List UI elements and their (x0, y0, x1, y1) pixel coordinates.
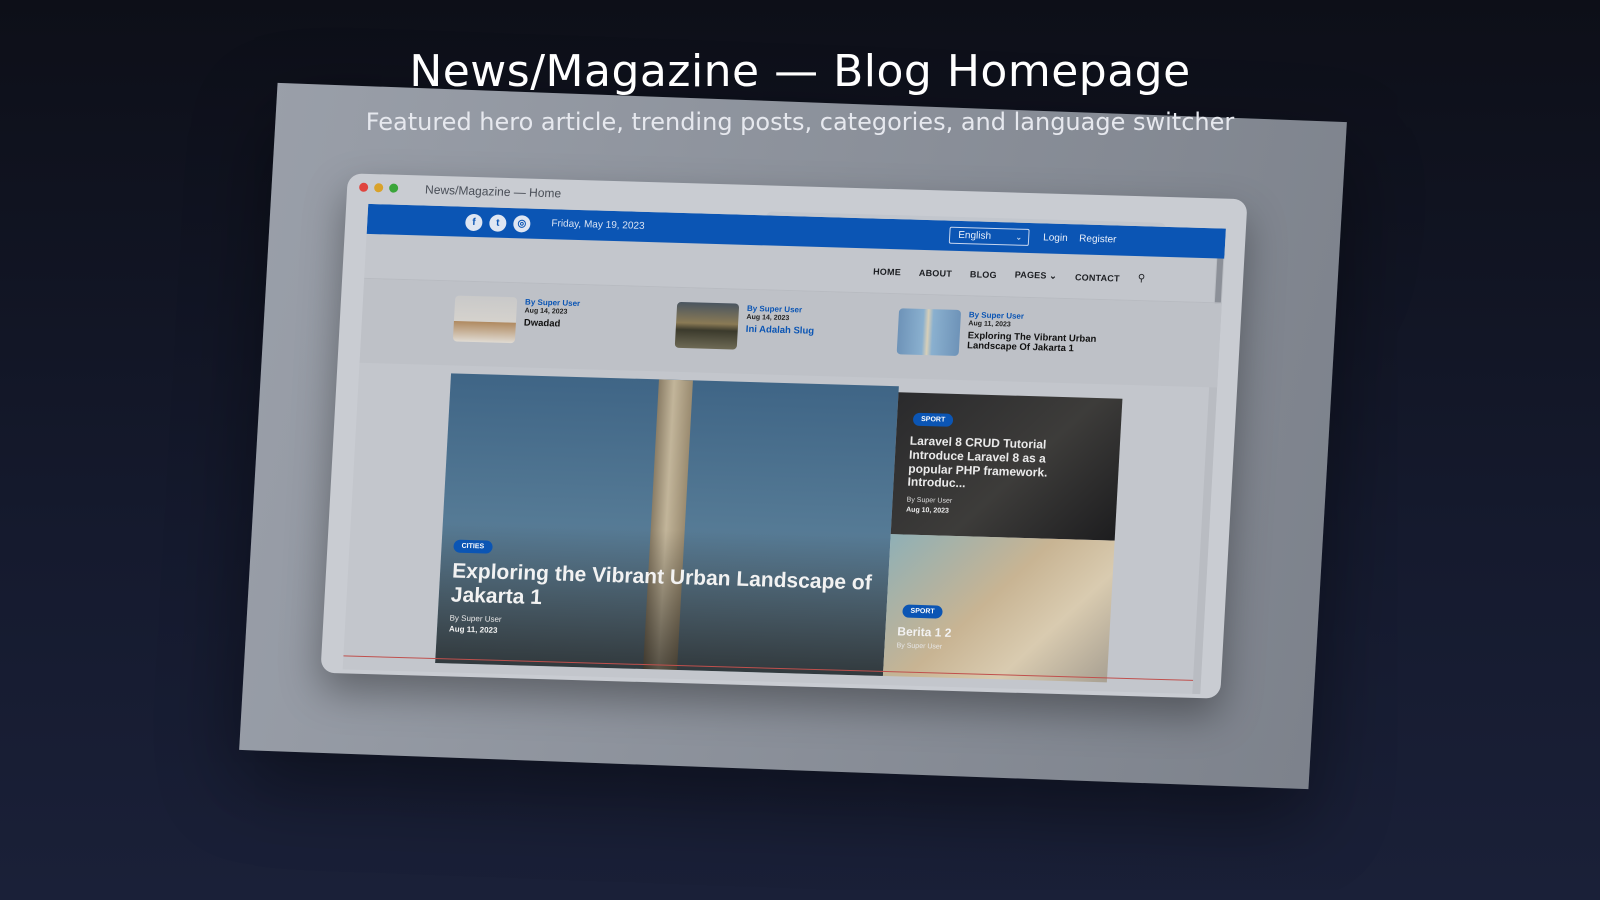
side-post-date: Aug 10, 2023 (905, 506, 950, 515)
nav-contact[interactable]: CONTACT (1075, 272, 1120, 283)
browser-window: News/Magazine — Home f t ◎ Friday, May 1… (320, 173, 1248, 699)
nav-blog[interactable]: BLOG (970, 269, 997, 280)
maximize-window-button[interactable] (388, 183, 399, 193)
page-title: News/Magazine — Blog Homepage (409, 46, 1191, 97)
trending-author[interactable]: By Super User (525, 297, 581, 308)
nav-home[interactable]: HOME (873, 266, 901, 277)
side-post-title[interactable]: Laravel 8 CRUD Tutorial Introduce Larave… (907, 434, 1080, 495)
page-viewport: f t ◎ Friday, May 19, 2023 English ⌄ Log… (342, 203, 1226, 695)
side-post-author[interactable]: By Super User (906, 497, 952, 505)
language-select-value: English (957, 229, 992, 242)
category-badge[interactable]: CITIES (453, 539, 493, 554)
chevron-down-icon: ⌄ (1046, 270, 1058, 281)
hero-date: Aug 11, 2023 (448, 624, 498, 635)
trending-thumbnail[interactable] (452, 295, 518, 344)
minimize-window-button[interactable] (373, 183, 384, 193)
register-link[interactable]: Register (1079, 233, 1117, 245)
trending-date: Aug 14, 2023 (524, 307, 568, 316)
trending-item[interactable]: By Super User Aug 11, 2023 Exploring The… (896, 308, 1119, 360)
chevron-down-icon: ⌄ (1015, 232, 1023, 242)
side-post[interactable]: SPORT Berita 1 2 By Super User (882, 534, 1115, 683)
facebook-icon[interactable]: f (464, 213, 483, 232)
page-subtitle: Featured hero article, trending posts, c… (365, 108, 1235, 136)
social-links: f t ◎ (464, 213, 531, 233)
search-icon[interactable]: ⚲ (1137, 273, 1145, 284)
window-title: News/Magazine — Home (424, 182, 562, 201)
category-badge[interactable]: SPORT (902, 604, 943, 619)
trending-item[interactable]: By Super User Aug 14, 2023 Dwadad (452, 295, 581, 345)
window-controls (358, 182, 399, 193)
category-badge[interactable]: SPORT (912, 412, 954, 427)
close-window-button[interactable] (358, 182, 369, 192)
side-post[interactable]: SPORT Laravel 8 CRUD Tutorial Introduce … (890, 392, 1123, 541)
language-select[interactable]: English ⌄ (948, 226, 1030, 246)
trending-title[interactable]: Ini Adalah Slug (745, 324, 815, 337)
trending-date: Aug 14, 2023 (746, 313, 790, 323)
nav-pages[interactable]: PAGES ⌄ (1014, 270, 1057, 282)
featured-section: CITIES Exploring the Vibrant Urban Lands… (343, 363, 1217, 687)
nav-about[interactable]: ABOUT (919, 267, 953, 278)
login-link[interactable]: Login (1043, 232, 1068, 244)
nav-pages-label: PAGES (1014, 269, 1047, 281)
trending-title[interactable]: Exploring The Vibrant Urban Landscape Of… (967, 330, 1118, 356)
trending-item[interactable]: By Super User Aug 14, 2023 Ini Adalah Sl… (674, 301, 816, 352)
trending-title[interactable]: Dwadad (524, 317, 580, 330)
trending-thumbnail[interactable] (896, 308, 962, 356)
side-post-author[interactable]: By Super User (896, 642, 942, 650)
hero-article[interactable]: CITIES Exploring the Vibrant Urban Lands… (435, 373, 899, 676)
current-date: Friday, May 19, 2023 (551, 218, 645, 232)
instagram-icon[interactable]: ◎ (512, 215, 531, 233)
trending-thumbnail[interactable] (674, 301, 740, 350)
twitter-icon[interactable]: t (488, 214, 507, 232)
hero-author[interactable]: By Super User (449, 613, 502, 623)
side-post-title[interactable]: Berita 1 2 (897, 624, 952, 640)
